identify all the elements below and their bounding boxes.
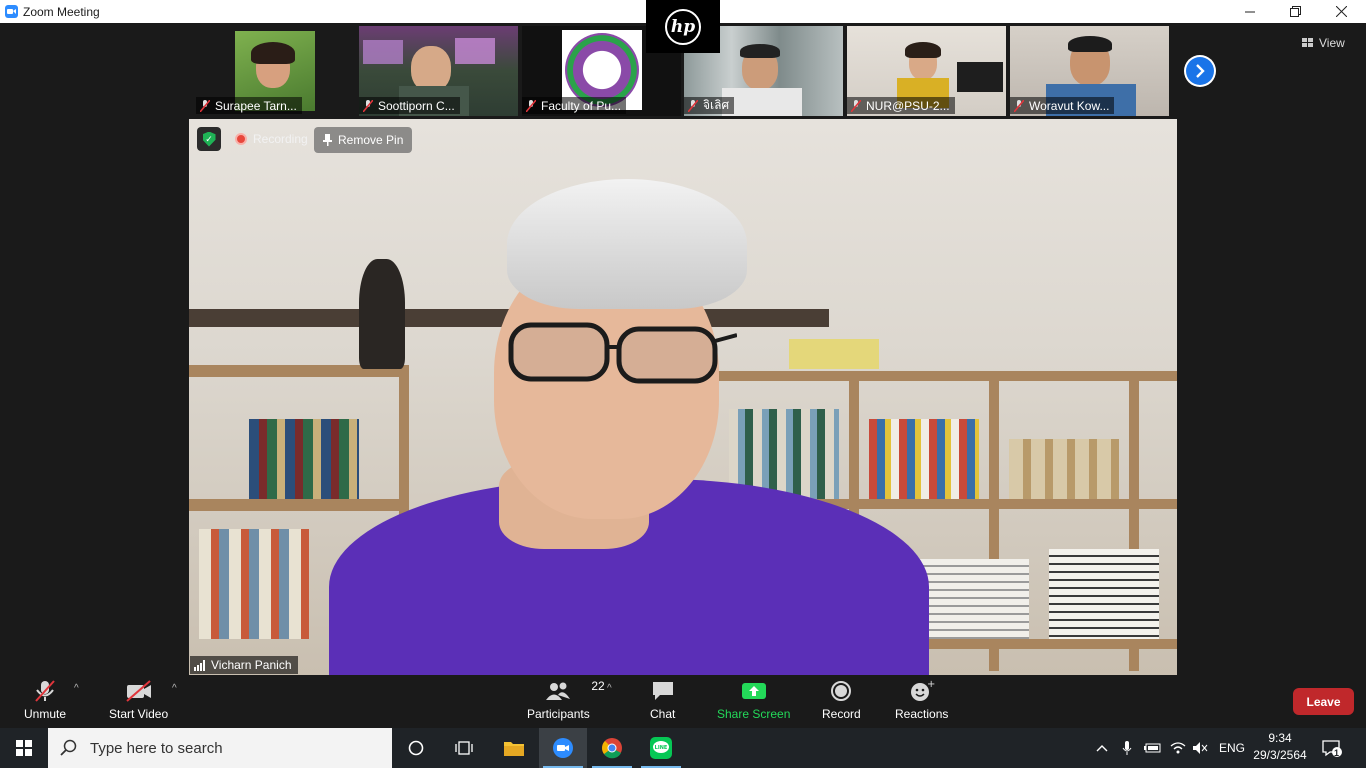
start-button[interactable]	[0, 728, 48, 768]
audio-options-caret[interactable]: ^	[74, 683, 79, 694]
chrome-icon	[602, 738, 622, 759]
taskbar-search-box[interactable]: Type here to search	[48, 728, 392, 768]
participant-thumb[interactable]: Woravut Kow...	[1010, 26, 1169, 116]
video-options-caret[interactable]: ^	[172, 683, 177, 694]
active-speaker-video	[189, 119, 1177, 675]
record-button[interactable]: Record	[822, 679, 861, 721]
restore-icon	[1289, 6, 1301, 17]
hp-logo-mark: hp	[665, 8, 701, 45]
grid-view-icon	[1302, 38, 1313, 47]
smiley-plus-icon: +	[909, 679, 935, 703]
action-center-button[interactable]: 1	[1322, 728, 1342, 768]
mic-muted-icon	[851, 99, 861, 112]
cortana-button[interactable]	[392, 728, 440, 768]
svg-text:LINE: LINE	[655, 745, 668, 751]
video-off-icon	[124, 679, 154, 703]
participant-name-tag: NUR@PSU-2...	[847, 97, 955, 114]
start-video-button[interactable]: Start Video	[109, 679, 168, 721]
zoom-app-icon	[5, 5, 18, 18]
share-screen-button[interactable]: Share Screen	[717, 679, 790, 721]
close-icon	[1335, 6, 1347, 17]
minimize-button[interactable]	[1227, 0, 1273, 23]
line-taskbar-button[interactable]: LINE	[637, 728, 685, 768]
faculty-seal-icon	[565, 33, 639, 107]
microphone-tray-icon[interactable]	[1122, 728, 1132, 768]
file-explorer-taskbar-button[interactable]	[490, 728, 538, 768]
recording-indicator[interactable]: Recording	[229, 127, 316, 151]
cortana-icon	[408, 740, 424, 756]
participant-name-tag: Surapee Tarn...	[196, 97, 302, 114]
participant-name-tag: Woravut Kow...	[1010, 97, 1115, 114]
taskbar-clock[interactable]: 9:34 29/3/2564	[1252, 730, 1308, 764]
recording-dot-icon	[235, 133, 247, 145]
battery-icon[interactable]	[1144, 728, 1162, 768]
mic-muted-icon	[200, 99, 210, 112]
notification-count: 1	[1334, 748, 1340, 758]
windows-logo-icon	[16, 740, 32, 756]
record-icon	[830, 679, 852, 703]
view-button[interactable]: View	[1302, 34, 1345, 52]
share-screen-icon	[741, 679, 767, 703]
clock-time: 9:34	[1268, 731, 1292, 745]
task-view-icon	[455, 741, 473, 755]
zoom-icon	[553, 738, 573, 758]
line-app-icon: LINE	[650, 737, 672, 759]
mic-muted-icon	[1014, 99, 1024, 112]
task-view-button[interactable]	[440, 728, 488, 768]
recording-label: Recording	[253, 132, 308, 146]
search-icon	[60, 739, 77, 756]
chevron-up-icon	[1096, 745, 1108, 752]
shield-check-icon: ✓	[202, 131, 216, 147]
participant-count: 22	[591, 679, 605, 693]
mic-muted-icon	[526, 99, 536, 112]
participant-thumb[interactable]: Soottiporn C...	[359, 26, 518, 116]
window-title: Zoom Meeting	[23, 4, 100, 19]
participant-name-tag: Faculty of Pu...	[522, 97, 627, 114]
restore-button[interactable]	[1272, 0, 1318, 23]
windows-taskbar: Type here to search LINE ENG 9:34 29/3/2…	[0, 728, 1366, 768]
chrome-taskbar-button[interactable]	[588, 728, 636, 768]
participants-options-caret[interactable]: ^	[607, 683, 612, 694]
svg-text:+: +	[927, 679, 935, 690]
mic-muted-icon	[32, 679, 58, 703]
folder-icon	[504, 742, 524, 756]
reactions-button[interactable]: + Reactions	[895, 679, 948, 721]
remove-pin-button[interactable]: Remove Pin	[314, 127, 413, 153]
chat-icon	[651, 679, 675, 703]
participant-thumb[interactable]: Surapee Tarn...	[196, 26, 355, 116]
participants-icon: 22	[545, 679, 605, 703]
signal-strength-icon	[194, 659, 205, 671]
clock-date: 29/3/2564	[1253, 748, 1307, 762]
chevron-right-icon	[1186, 57, 1214, 85]
encryption-shield-button[interactable]: ✓	[197, 127, 221, 151]
show-hidden-icons-button[interactable]	[1096, 728, 1108, 768]
mic-muted-icon	[363, 99, 373, 112]
next-page-button[interactable]	[1184, 55, 1216, 87]
unmute-button[interactable]: Unmute	[24, 679, 66, 721]
mic-muted-icon	[688, 99, 698, 112]
participant-name-tag: Soottiporn C...	[359, 97, 460, 114]
zoom-taskbar-button[interactable]	[539, 728, 587, 768]
leave-button[interactable]: Leave	[1293, 688, 1354, 715]
speaker-name-tag: Vicharn Panich	[190, 656, 298, 674]
participant-thumb[interactable]: NUR@PSU-2...	[847, 26, 1006, 116]
speaker-glasses	[507, 319, 738, 385]
volume-muted-icon[interactable]	[1192, 728, 1208, 768]
wifi-icon[interactable]	[1170, 728, 1186, 768]
chat-button[interactable]: Chat	[650, 679, 675, 721]
participant-name-tag: จิเลิศ	[684, 97, 735, 114]
search-placeholder: Type here to search	[90, 739, 223, 757]
meeting-toolbar: Unmute ^ Start Video ^ 22 Participants ^…	[0, 675, 1366, 728]
view-label: View	[1319, 36, 1345, 50]
minimize-icon	[1244, 11, 1255, 13]
participants-button[interactable]: 22 Participants	[527, 679, 605, 721]
pin-icon	[323, 134, 332, 146]
language-indicator[interactable]: ENG	[1219, 728, 1245, 768]
close-button[interactable]	[1318, 0, 1364, 23]
hp-logo: hp	[646, 0, 720, 53]
